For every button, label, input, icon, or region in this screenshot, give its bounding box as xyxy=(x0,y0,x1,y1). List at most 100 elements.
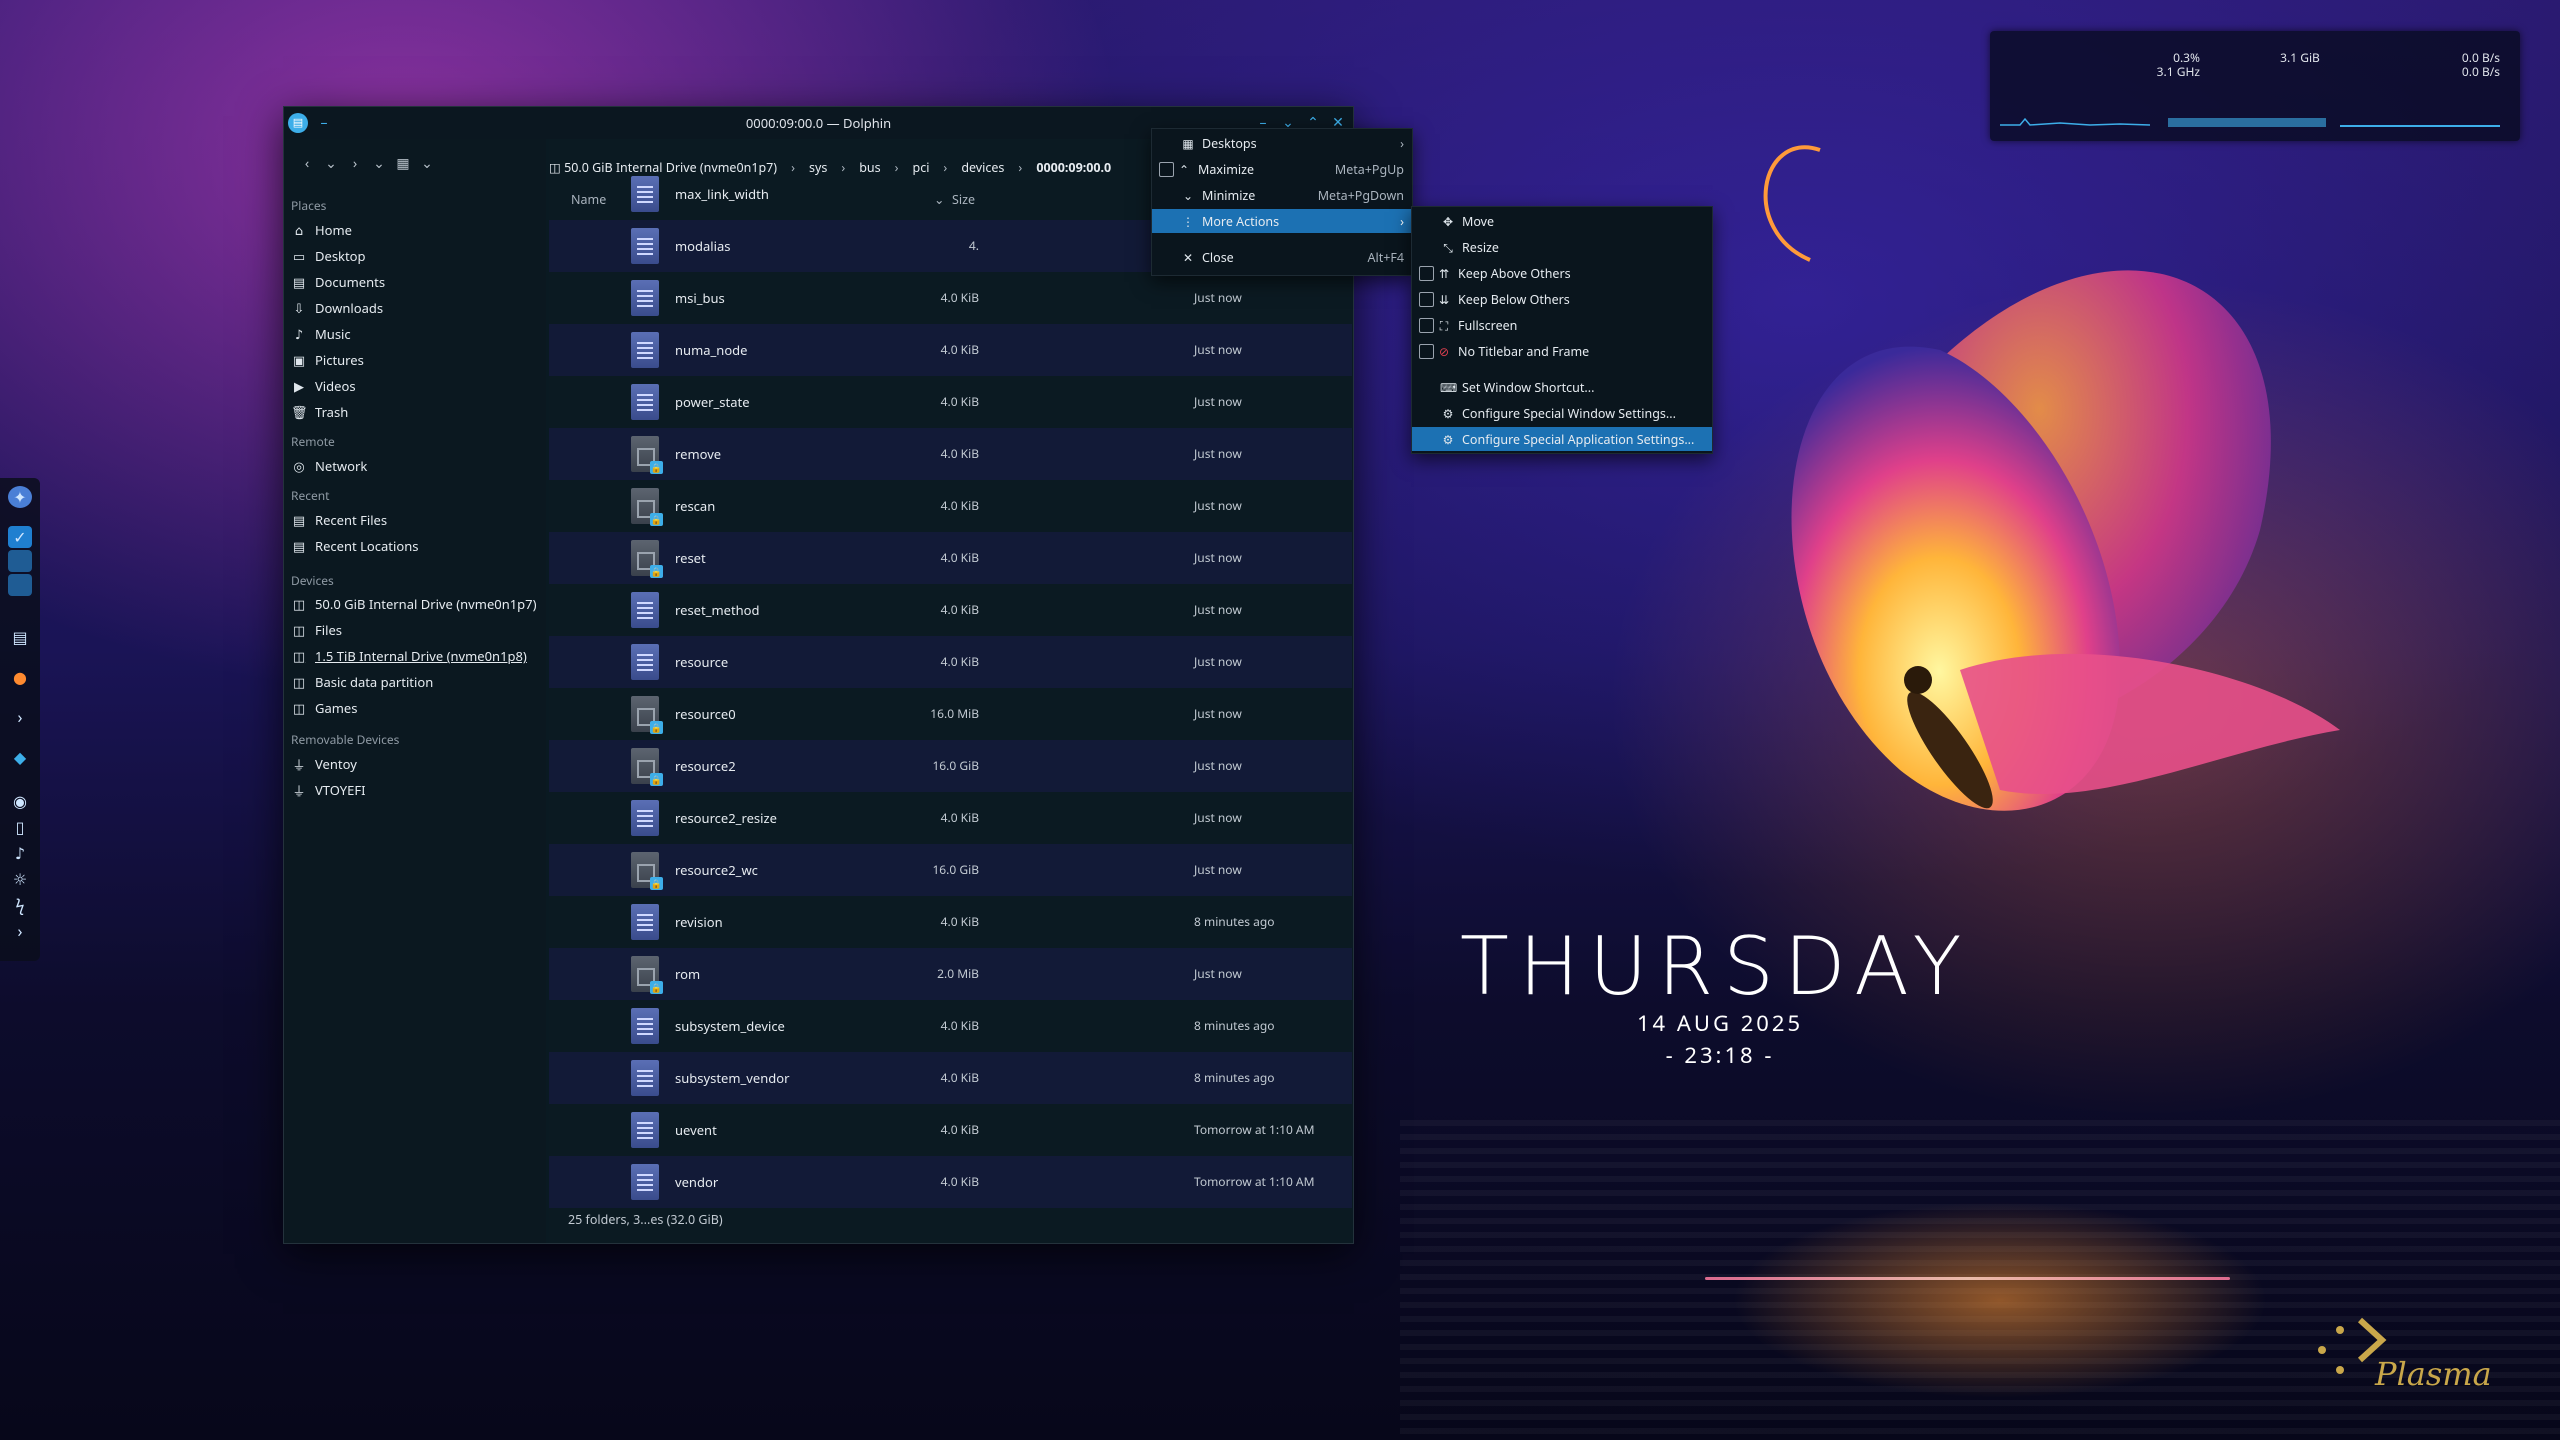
file-row[interactable]: 🔒 resource2_wc 16.0 GiB Just now xyxy=(549,844,1352,896)
sidebar-item-games[interactable]: ◫ Games xyxy=(291,697,358,719)
view-mode-icon[interactable]: ▦ xyxy=(392,151,414,177)
file-modified: Tomorrow at 1:10 AM xyxy=(1194,1121,1315,1138)
removable-section-title: Removable Devices xyxy=(291,731,400,748)
dolphin-task-icon[interactable]: ▤ xyxy=(8,626,32,648)
text-file-icon xyxy=(631,176,659,212)
volume-tray-icon[interactable]: ♪ xyxy=(8,842,32,864)
keep-below-checkbox[interactable] xyxy=(1419,291,1434,307)
menu-item-more-actions[interactable]: ⋮ More Actions › xyxy=(1152,209,1412,233)
sidebar-item-home[interactable]: ⌂ Home xyxy=(291,219,352,241)
sidebar-item-drive-nvme0n1p8[interactable]: ◫ 1.5 TiB Internal Drive (nvme0n1p8) xyxy=(291,645,527,667)
pager-desktop-3-icon[interactable] xyxy=(8,574,32,596)
sidebar-item-files[interactable]: ◫ Files xyxy=(291,619,342,641)
file-row[interactable]: 🔒 reset 4.0 KiB Just now xyxy=(549,532,1352,584)
pager-desktop-2-icon[interactable] xyxy=(8,550,32,572)
file-row[interactable]: 🔒 resource2 16.0 GiB Just now xyxy=(549,740,1352,792)
sidebar-item-ventoy[interactable]: ⏚ Ventoy xyxy=(291,753,356,775)
close-icon: ✕ xyxy=(1182,248,1194,266)
menu-item-special-window-settings[interactable]: ⚙ Configure Special Window Settings... xyxy=(1412,401,1712,425)
menu-item-set-window-shortcut[interactable]: ⌨ Set Window Shortcut... xyxy=(1412,375,1712,399)
terminal-task-icon[interactable]: › xyxy=(8,706,32,728)
menu-item-special-application-settings[interactable]: ⚙ Configure Special Application Settings.… xyxy=(1412,427,1712,451)
file-row[interactable]: 🔒 rom 2.0 MiB Just now xyxy=(549,948,1352,1000)
menu-item-move[interactable]: ✥ Move xyxy=(1412,209,1712,233)
usb-icon: ⏚ xyxy=(292,781,306,800)
keep-above-checkbox[interactable] xyxy=(1419,265,1434,281)
places-section-title: Places xyxy=(291,197,327,214)
sidebar-item-videos[interactable]: ▶ Videos xyxy=(291,375,356,397)
sidebar-item-drive-nvme0n1p7[interactable]: ◫ 50.0 GiB Internal Drive (nvme0n1p7) xyxy=(291,593,537,615)
file-size: 4.0 KiB xyxy=(940,1121,979,1138)
file-size: 4.0 KiB xyxy=(940,601,979,618)
menu-item-keep-above[interactable]: ⇈ Keep Above Others xyxy=(1412,261,1712,285)
menu-item-fullscreen[interactable]: ⛶ Fullscreen xyxy=(1412,313,1712,337)
expand-tray-icon[interactable]: › xyxy=(8,920,32,942)
discover-task-icon[interactable]: ◆ xyxy=(8,746,32,768)
network-upload: 0.0 B/s xyxy=(2461,63,2500,80)
file-modified: 8 minutes ago xyxy=(1194,913,1275,930)
steam-tray-icon[interactable]: ◉ xyxy=(8,790,32,812)
pager-desktop-1-icon[interactable]: ✓ xyxy=(8,526,32,548)
file-row[interactable]: resource 4.0 KiB Just now xyxy=(549,636,1352,688)
left-panel: ✦ ✓ ▤ ● › ◆ ◉ ▯ ♪ ☼ ϟ › xyxy=(0,478,40,961)
file-row[interactable]: vendor 4.0 KiB Tomorrow at 1:10 AM xyxy=(549,1156,1352,1208)
binary-file-icon: 🔒 xyxy=(631,748,663,786)
file-size: 2.0 MiB xyxy=(937,965,979,982)
sidebar-item-vtoyefi[interactable]: ⏚ VTOYEFI xyxy=(291,779,365,801)
file-row[interactable]: reset_method 4.0 KiB Just now xyxy=(549,584,1352,636)
back-icon[interactable]: ‹ xyxy=(296,151,318,177)
menu-item-resize[interactable]: ⤡ Resize xyxy=(1412,235,1712,259)
file-modified: Just now xyxy=(1194,341,1242,358)
lock-icon: 🔒 xyxy=(650,461,663,474)
system-monitor-widget[interactable]: 0.3% 3.1 GHz 3.1 GiB 0.0 B/s 0.0 B/s xyxy=(1990,31,2520,141)
file-row[interactable]: subsystem_vendor 4.0 KiB 8 minutes ago xyxy=(549,1052,1352,1104)
maximize-icon: ⌃ xyxy=(1178,160,1190,178)
view-mode-dropdown-icon[interactable]: ⌄ xyxy=(416,151,438,177)
back-dropdown-icon[interactable]: ⌄ xyxy=(320,151,342,177)
file-row[interactable]: revision 4.0 KiB 8 minutes ago xyxy=(549,896,1352,948)
menu-item-minimize[interactable]: ⌄ Minimize Meta+PgDown xyxy=(1152,183,1412,207)
settings-icon: ⚙ xyxy=(1442,404,1454,422)
file-row[interactable]: msi_bus 4.0 KiB Just now xyxy=(549,272,1352,324)
maximize-checkbox[interactable] xyxy=(1159,161,1174,177)
sidebar-item-documents[interactable]: ▤ Documents xyxy=(291,271,385,293)
app-launcher-icon[interactable]: ✦ xyxy=(8,486,32,508)
sidebar-item-music[interactable]: ♪ Music xyxy=(291,323,351,345)
sidebar-item-recent-locations[interactable]: ▤ Recent Locations xyxy=(291,535,419,557)
fullscreen-icon: ⛶ xyxy=(1439,316,1449,334)
firefox-task-icon[interactable]: ● xyxy=(8,666,32,688)
menu-item-maximize[interactable]: ⌃ Maximize Meta+PgUp xyxy=(1152,157,1412,181)
sidebar-item-basic-data-partition[interactable]: ◫ Basic data partition xyxy=(291,671,433,693)
menu-item-no-titlebar[interactable]: ⊘ No Titlebar and Frame xyxy=(1412,339,1712,363)
file-name: remove xyxy=(675,445,722,463)
sidebar-item-trash[interactable]: 🗑 Trash xyxy=(291,401,348,423)
file-row[interactable]: subsystem_device 4.0 KiB 8 minutes ago xyxy=(549,1000,1352,1052)
menu-item-keep-below[interactable]: ⇊ Keep Below Others xyxy=(1412,287,1712,311)
no-titlebar-checkbox[interactable] xyxy=(1419,343,1434,359)
clipboard-tray-icon[interactable]: ▯ xyxy=(8,816,32,838)
sidebar-item-network[interactable]: ◎ Network xyxy=(291,455,367,477)
forward-icon[interactable]: › xyxy=(344,151,366,177)
sidebar-item-pictures[interactable]: ▣ Pictures xyxy=(291,349,364,371)
menu-item-desktops[interactable]: ▦ Desktops › xyxy=(1152,131,1412,155)
sidebar-item-desktop[interactable]: ▭ Desktop xyxy=(291,245,366,267)
sidebar-item-downloads[interactable]: ⇩ Downloads xyxy=(291,297,384,319)
file-row[interactable]: uevent 4.0 KiB Tomorrow at 1:10 AM xyxy=(549,1104,1352,1156)
sidebar-item-recent-files[interactable]: ▤ Recent Files xyxy=(291,509,387,531)
file-row[interactable]: 🔒 resource0 16.0 MiB Just now xyxy=(549,688,1352,740)
file-size: 4.0 KiB xyxy=(940,549,979,566)
forward-dropdown-icon[interactable]: ⌄ xyxy=(368,151,390,177)
file-row[interactable]: power_state 4.0 KiB Just now xyxy=(549,376,1352,428)
status-text: 25 folders, 3...es (32.0 GiB) xyxy=(568,1211,723,1228)
file-row[interactable]: 🔒 rescan 4.0 KiB Just now xyxy=(549,480,1352,532)
text-file-icon xyxy=(631,280,659,316)
file-row[interactable]: numa_node 4.0 KiB Just now xyxy=(549,324,1352,376)
file-row[interactable]: 🔒 remove 4.0 KiB Just now xyxy=(549,428,1352,480)
menu-item-close[interactable]: ✕ Close Alt+F4 xyxy=(1152,245,1412,269)
file-row[interactable]: resource2_resize 4.0 KiB Just now xyxy=(549,792,1352,844)
file-modified: Tomorrow at 1:10 AM xyxy=(1194,1173,1315,1190)
brightness-tray-icon[interactable]: ☼ xyxy=(8,868,32,890)
text-file-icon xyxy=(631,1164,659,1200)
fullscreen-checkbox[interactable] xyxy=(1419,317,1434,333)
power-tray-icon[interactable]: ϟ xyxy=(8,894,32,916)
